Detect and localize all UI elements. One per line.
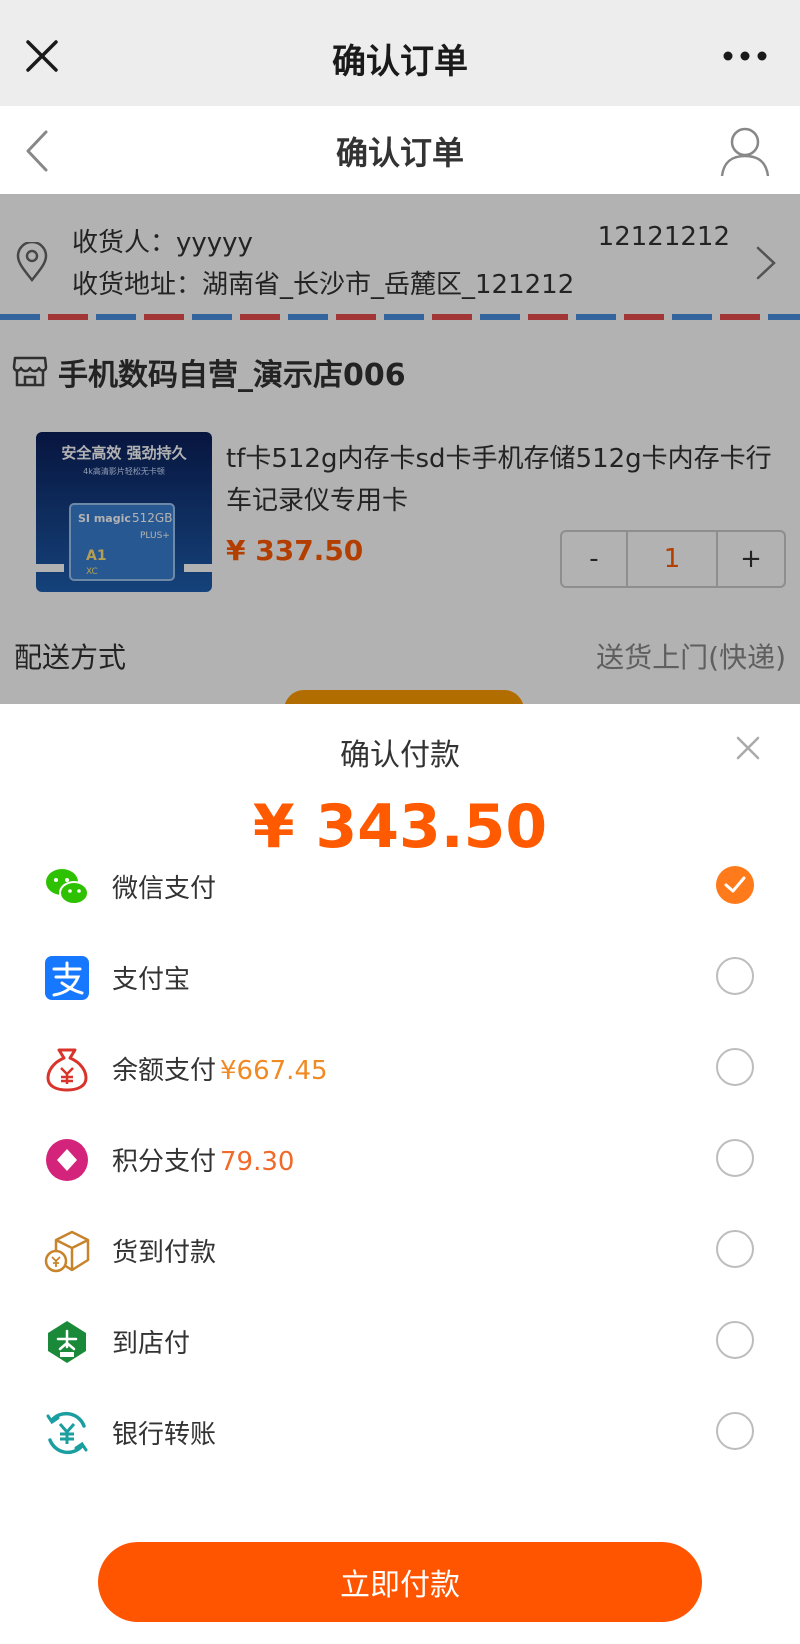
wechat-pay-icon — [46, 869, 89, 905]
wechat-title: 确认订单 — [332, 42, 468, 82]
balance-amount: ¥667.45 — [220, 1056, 328, 1086]
close-icon[interactable] — [734, 734, 762, 762]
alipay-icon — [45, 956, 89, 1000]
points-amount: 79.30 — [220, 1147, 295, 1177]
radio-unchecked[interactable] — [716, 1321, 754, 1359]
pay-method-label: 支付宝 — [112, 965, 191, 995]
radio-checked[interactable] — [716, 866, 754, 904]
pay-method-label: 货到付款 — [112, 1238, 217, 1268]
page-header: 确认订单 — [0, 106, 800, 194]
pay-now-button[interactable]: 立即付款 — [98, 1542, 702, 1622]
radio-unchecked[interactable] — [716, 1048, 754, 1086]
payment-sheet: 确认付款 ¥ 343.50 微信支付 支付宝 余额支付 ¥667.45 积分支付… — [0, 704, 800, 1644]
store-pay-icon — [48, 1321, 86, 1363]
check-icon — [724, 876, 746, 893]
bank-transfer-icon — [46, 1411, 88, 1455]
pay-method-cod[interactable]: 货到付款 — [0, 1206, 800, 1297]
points-diamond-icon — [46, 1139, 88, 1181]
radio-unchecked[interactable] — [716, 1139, 754, 1177]
pay-method-label: 微信支付 — [112, 874, 217, 904]
radio-unchecked[interactable] — [716, 1230, 754, 1268]
pay-method-label: 积分支付 79.30 — [112, 1147, 295, 1177]
radio-unchecked[interactable] — [716, 1412, 754, 1450]
pay-method-label: 到店付 — [112, 1329, 191, 1359]
pay-method-label: 余额支付 ¥667.45 — [112, 1056, 328, 1086]
pay-method-wechat[interactable]: 微信支付 — [0, 842, 800, 933]
more-icon[interactable] — [720, 48, 770, 64]
wechat-top-bar: 确认订单 — [0, 0, 800, 106]
user-icon[interactable] — [718, 124, 772, 178]
pay-method-store[interactable]: 到店付 — [0, 1297, 800, 1388]
radio-unchecked[interactable] — [716, 957, 754, 995]
pay-method-bank[interactable]: 银行转账 — [0, 1388, 800, 1479]
cash-on-delivery-box-icon — [44, 1230, 90, 1273]
sheet-title: 确认付款 — [340, 738, 460, 773]
modal-overlay[interactable] — [0, 194, 800, 704]
pay-method-alipay[interactable]: 支付宝 — [0, 933, 800, 1024]
pay-method-points[interactable]: 积分支付 79.30 — [0, 1115, 800, 1206]
pay-method-balance[interactable]: 余额支付 ¥667.45 — [0, 1024, 800, 1115]
money-bag-icon — [46, 1048, 88, 1092]
page-title: 确认订单 — [335, 134, 464, 172]
pay-method-label: 银行转账 — [112, 1420, 217, 1450]
